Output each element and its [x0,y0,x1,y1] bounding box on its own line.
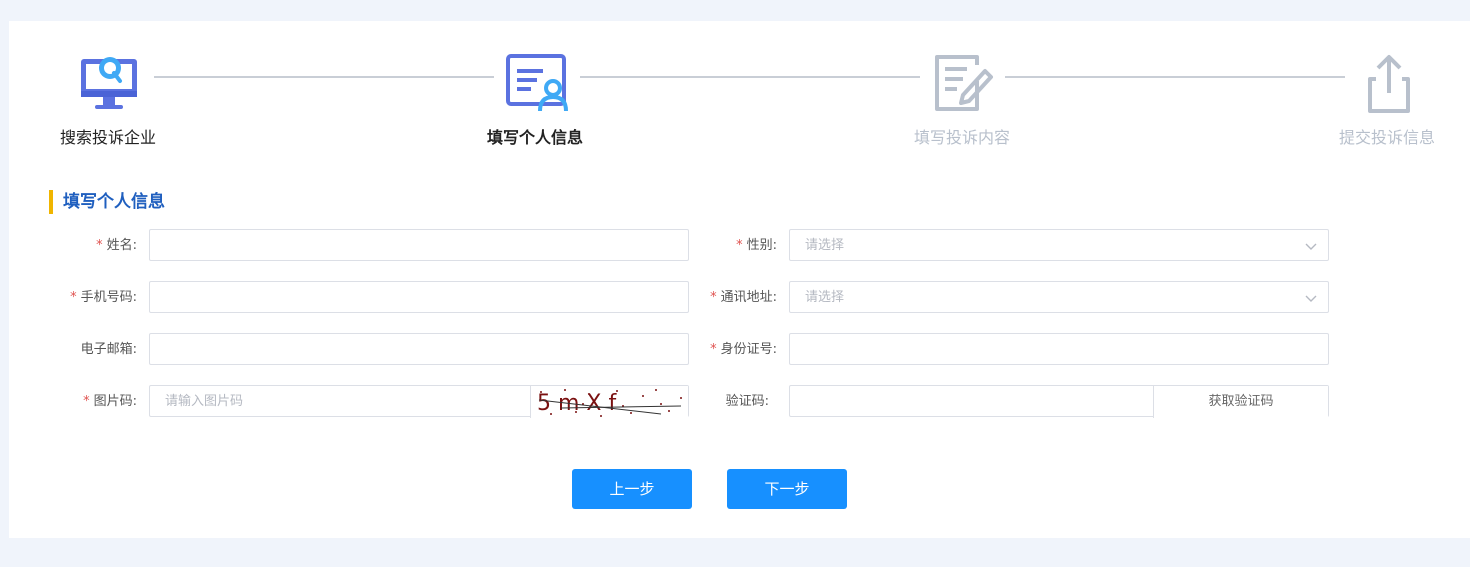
id-number-input[interactable] [789,333,1329,365]
step-label: 填写投诉内容 [913,128,1010,147]
search-monitor-icon [75,51,145,117]
email-input[interactable] [149,333,689,365]
required-mark: * [83,394,90,409]
form-row: * 图片码: 请输入图片码 5 m X f 验证码: 获取验证码 [9,385,1470,419]
form-row: * 姓名: * 性别: 请选择 [9,229,1470,263]
image-code-label: * 图片码: [83,394,137,409]
step-label: 填写个人信息 [486,128,583,147]
phone-label: * 手机号码: [70,290,137,305]
personal-info-card-icon [503,51,573,117]
form-row: * 手机号码: * 通讯地址: 请选择 [9,281,1470,315]
upload-icon [1354,51,1424,117]
name-input[interactable] [149,229,689,261]
step-label: 提交投诉信息 [1338,128,1435,147]
get-sms-code-button[interactable]: 获取验证码 [1153,386,1328,418]
chevron-down-icon [1305,243,1317,250]
phone-input[interactable] [149,281,689,313]
required-mark: * [96,238,103,253]
image-code-input[interactable]: 请输入图片码 5 m X f [149,385,689,418]
required-mark: * [710,290,717,305]
captcha-image[interactable]: 5 m X f [530,386,688,418]
main-panel: 搜索投诉企业 填写个人信息 填写投诉内容 提交投诉信息 填写个人信息 * 姓名:… [9,21,1470,538]
address-select[interactable]: 请选择 [789,281,1329,313]
id-number-label: * 身份证号: [710,342,777,357]
required-mark: * [70,290,77,305]
next-step-button[interactable]: 下一步 [727,469,847,509]
prev-step-button[interactable]: 上一步 [572,469,692,509]
captcha-text: 5 m X f [537,391,617,416]
form-row: 电子邮箱: * 身份证号: [9,333,1470,367]
sms-code-input[interactable]: 获取验证码 [789,385,1329,418]
required-mark: * [736,238,743,253]
gender-select[interactable]: 请选择 [789,229,1329,261]
step-connector [580,76,920,78]
required-mark: * [710,342,717,357]
gender-label: * 性别: [736,238,777,253]
edit-document-icon [929,51,999,117]
sms-code-label: 验证码: [725,394,769,409]
chevron-down-icon [1305,295,1317,302]
name-label: * 姓名: [96,238,137,253]
step-connector [1005,76,1345,78]
step-connector [154,76,494,78]
step-label: 搜索投诉企业 [59,128,156,147]
section-title: 填写个人信息 [49,190,165,214]
email-label: 电子邮箱: [80,342,137,357]
address-label: * 通讯地址: [710,290,777,305]
